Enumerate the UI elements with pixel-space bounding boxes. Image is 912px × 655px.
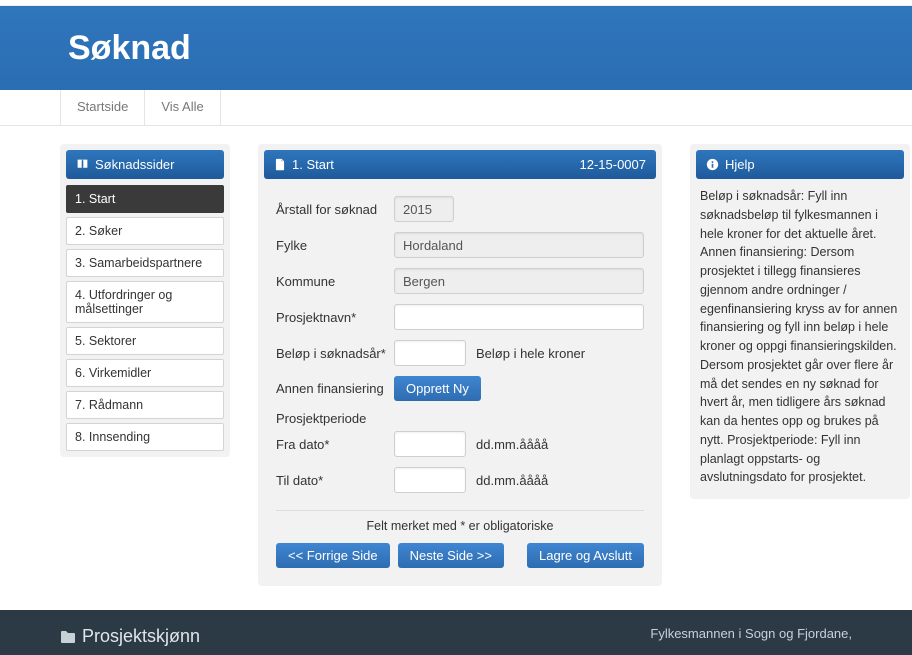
input-to-date[interactable] — [394, 467, 466, 493]
tab-bar: Startside Vis Alle — [0, 90, 912, 126]
nav-item-sektorer[interactable]: 5. Sektorer — [66, 327, 224, 355]
label-from-date: Fra dato* — [276, 437, 394, 452]
label-year: Årstall for søknad — [276, 202, 394, 217]
input-municipality — [394, 268, 644, 294]
hint-from-date: dd.mm.åååå — [476, 437, 548, 452]
form-column: 1. Start 12-15-0007 Årstall for søknad F… — [258, 144, 662, 586]
case-number: 12-15-0007 — [580, 157, 647, 172]
nav-item-samarbeidspartnere[interactable]: 3. Samarbeidspartnere — [66, 249, 224, 277]
page-title: Søknad — [68, 29, 191, 68]
file-icon — [274, 158, 286, 171]
info-icon — [706, 158, 719, 171]
label-other-financing: Annen finansiering — [276, 381, 394, 396]
footer-brand: Prosjektskjønn — [60, 626, 200, 647]
input-county — [394, 232, 644, 258]
button-row: << Forrige Side Neste Side >> Lagre og A… — [276, 543, 644, 568]
page-header: Søknad — [0, 6, 912, 90]
sidebar-heading-label: Søknadssider — [95, 157, 174, 172]
divider — [276, 510, 644, 511]
book-icon — [76, 158, 89, 171]
hint-to-date: dd.mm.åååå — [476, 473, 548, 488]
hint-amount: Beløp i hele kroner — [476, 346, 585, 361]
input-year — [394, 196, 454, 222]
label-project-name: Prosjektnavn* — [276, 310, 394, 325]
input-project-name[interactable] — [394, 304, 644, 330]
help-panel: Hjelp Beløp i søknadsår: Fyll inn søknad… — [690, 144, 910, 499]
nav-item-virkemidler[interactable]: 6. Virkemidler — [66, 359, 224, 387]
nav-item-radmann[interactable]: 7. Rådmann — [66, 391, 224, 419]
input-amount[interactable] — [394, 340, 466, 366]
nav-item-start[interactable]: 1. Start — [66, 185, 224, 213]
save-exit-button[interactable]: Lagre og Avslutt — [527, 543, 644, 568]
folder-icon — [60, 630, 76, 644]
label-project-period: Prosjektperiode — [276, 411, 394, 426]
help-column: Hjelp Beløp i søknadsår: Fyll inn søknad… — [690, 144, 910, 586]
help-text: Beløp i søknadsår: Fyll inn søknadsbeløp… — [696, 179, 904, 493]
nav-item-soker[interactable]: 2. Søker — [66, 217, 224, 245]
required-note: Felt merket med * er obligatoriske — [276, 519, 644, 533]
sidebar-heading: Søknadssider — [66, 150, 224, 179]
input-from-date[interactable] — [394, 431, 466, 457]
label-county: Fylke — [276, 238, 394, 253]
tab-startside[interactable]: Startside — [60, 90, 145, 125]
form-panel-heading: 1. Start 12-15-0007 — [264, 150, 656, 179]
main-container: Søknadssider 1. Start 2. Søker 3. Samarb… — [0, 126, 912, 610]
help-heading-label: Hjelp — [725, 157, 755, 172]
label-amount: Beløp i søknadsår* — [276, 346, 394, 361]
nav-item-innsending[interactable]: 8. Innsending — [66, 423, 224, 451]
next-page-button[interactable]: Neste Side >> — [398, 543, 504, 568]
form-panel-title: 1. Start — [292, 157, 334, 172]
footer: Prosjektskjønn Fylkesmannen i Sogn og Fj… — [0, 610, 912, 655]
create-new-button[interactable]: Opprett Ny — [394, 376, 481, 401]
label-to-date: Til dato* — [276, 473, 394, 488]
sidebar-nav: 1. Start 2. Søker 3. Samarbeidspartnere … — [66, 185, 224, 451]
footer-right-text: Fylkesmannen i Sogn og Fjordane, — [650, 626, 852, 647]
prev-page-button[interactable]: << Forrige Side — [276, 543, 390, 568]
form-panel: 1. Start 12-15-0007 Årstall for søknad F… — [258, 144, 662, 586]
sidebar: Søknadssider 1. Start 2. Søker 3. Samarb… — [60, 144, 230, 586]
help-heading: Hjelp — [696, 150, 904, 179]
footer-brand-label: Prosjektskjønn — [82, 626, 200, 647]
tab-vis-alle[interactable]: Vis Alle — [145, 90, 220, 125]
label-municipality: Kommune — [276, 274, 394, 289]
nav-item-utfordringer[interactable]: 4. Utfordringer og målsettinger — [66, 281, 224, 323]
sidebar-panel: Søknadssider 1. Start 2. Søker 3. Samarb… — [60, 144, 230, 457]
